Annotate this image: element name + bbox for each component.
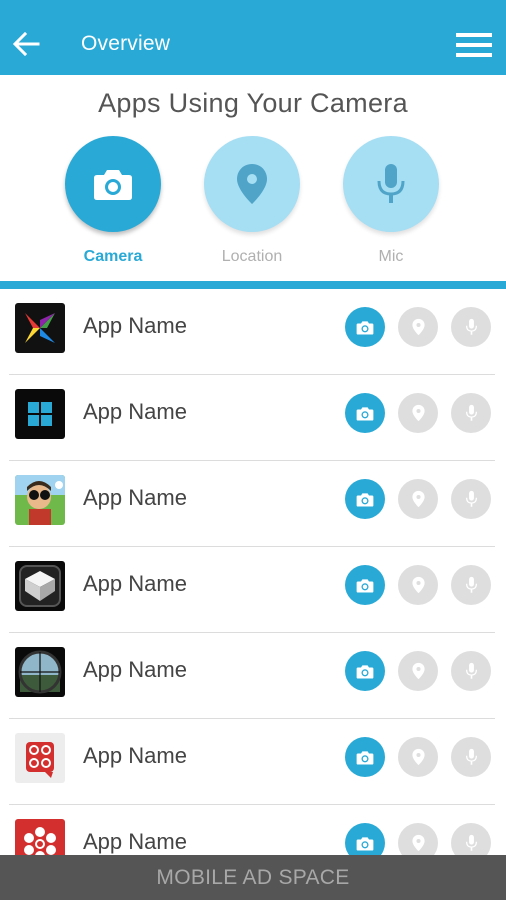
location-pin-icon <box>411 748 425 766</box>
camera-icon <box>356 664 374 679</box>
microphone-icon <box>465 662 477 679</box>
app-icon-cartoon <box>15 475 65 525</box>
mic-toggle[interactable] <box>451 565 491 605</box>
permission-circle[interactable] <box>204 136 300 232</box>
permission-filter-camera[interactable]: Camera <box>65 136 161 266</box>
microphone-icon <box>465 318 477 335</box>
microphone-icon <box>465 748 477 765</box>
app-name: App Name <box>83 657 187 682</box>
list-item[interactable]: App Name <box>0 375 506 461</box>
location-pin-icon <box>411 318 425 336</box>
list-item[interactable]: App Name <box>0 633 506 719</box>
list-item[interactable]: App Name <box>0 547 506 633</box>
camera-icon <box>356 750 374 765</box>
mic-toggle[interactable] <box>451 651 491 691</box>
app-icon-red-circles <box>15 733 65 783</box>
permission-label: Location <box>221 248 283 265</box>
app-bar: Overview <box>0 0 506 75</box>
permission-label: Camera <box>83 248 143 265</box>
permission-circle[interactable] <box>343 136 439 232</box>
camera-toggle[interactable] <box>345 393 385 433</box>
location-pin-icon <box>411 576 425 594</box>
camera-icon <box>356 492 374 507</box>
location-toggle[interactable] <box>398 479 438 519</box>
microphone-icon <box>465 576 477 593</box>
app-name: App Name <box>83 743 187 768</box>
header-divider <box>0 281 506 289</box>
location-toggle[interactable] <box>398 565 438 605</box>
app-name: App Name <box>83 313 187 338</box>
mic-toggle[interactable] <box>451 737 491 777</box>
section-heading: Apps Using Your Camera <box>98 88 408 118</box>
page-title: Overview <box>81 32 171 55</box>
microphone-icon <box>465 404 477 421</box>
microphone-icon <box>465 490 477 507</box>
camera-icon <box>356 320 374 335</box>
app-name: App Name <box>83 571 187 596</box>
app-name: App Name <box>83 829 187 854</box>
back-arrow-icon[interactable] <box>12 30 40 58</box>
camera-toggle[interactable] <box>345 737 385 777</box>
location-pin-icon <box>411 662 425 680</box>
camera-icon <box>356 836 374 851</box>
location-pin-icon <box>411 404 425 422</box>
permission-label: Mic <box>378 248 404 265</box>
list-item[interactable]: App Name <box>0 289 506 375</box>
location-toggle[interactable] <box>398 737 438 777</box>
camera-icon <box>94 170 132 200</box>
location-pin-icon <box>411 490 425 508</box>
location-pin-icon <box>237 164 267 204</box>
location-toggle[interactable] <box>398 393 438 433</box>
mic-toggle[interactable] <box>451 393 491 433</box>
app-icon-cube <box>15 561 65 611</box>
camera-toggle[interactable] <box>345 651 385 691</box>
location-toggle[interactable] <box>398 307 438 347</box>
hamburger-menu-icon[interactable] <box>456 33 492 59</box>
app-icon-x-logo <box>15 303 65 353</box>
app-icon-scope <box>15 647 65 697</box>
app-name: App Name <box>83 399 187 424</box>
app-name: App Name <box>83 485 187 510</box>
app-icon-windows <box>15 389 65 439</box>
camera-toggle[interactable] <box>345 479 385 519</box>
camera-icon <box>356 406 374 421</box>
location-pin-icon <box>411 834 425 852</box>
microphone-icon <box>465 834 477 851</box>
permission-filter-location[interactable]: Location <box>204 136 300 266</box>
mic-toggle[interactable] <box>451 479 491 519</box>
list-item[interactable]: App Name <box>0 461 506 547</box>
permission-circle[interactable] <box>65 136 161 232</box>
location-toggle[interactable] <box>398 651 438 691</box>
microphone-icon <box>377 164 405 203</box>
camera-icon <box>356 578 374 593</box>
list-item[interactable]: App Name <box>0 719 506 805</box>
mic-toggle[interactable] <box>451 307 491 347</box>
camera-toggle[interactable] <box>345 307 385 347</box>
permission-filter-mic[interactable]: Mic <box>343 136 439 266</box>
ad-banner[interactable]: MOBILE AD SPACE <box>0 855 506 900</box>
camera-toggle[interactable] <box>345 565 385 605</box>
